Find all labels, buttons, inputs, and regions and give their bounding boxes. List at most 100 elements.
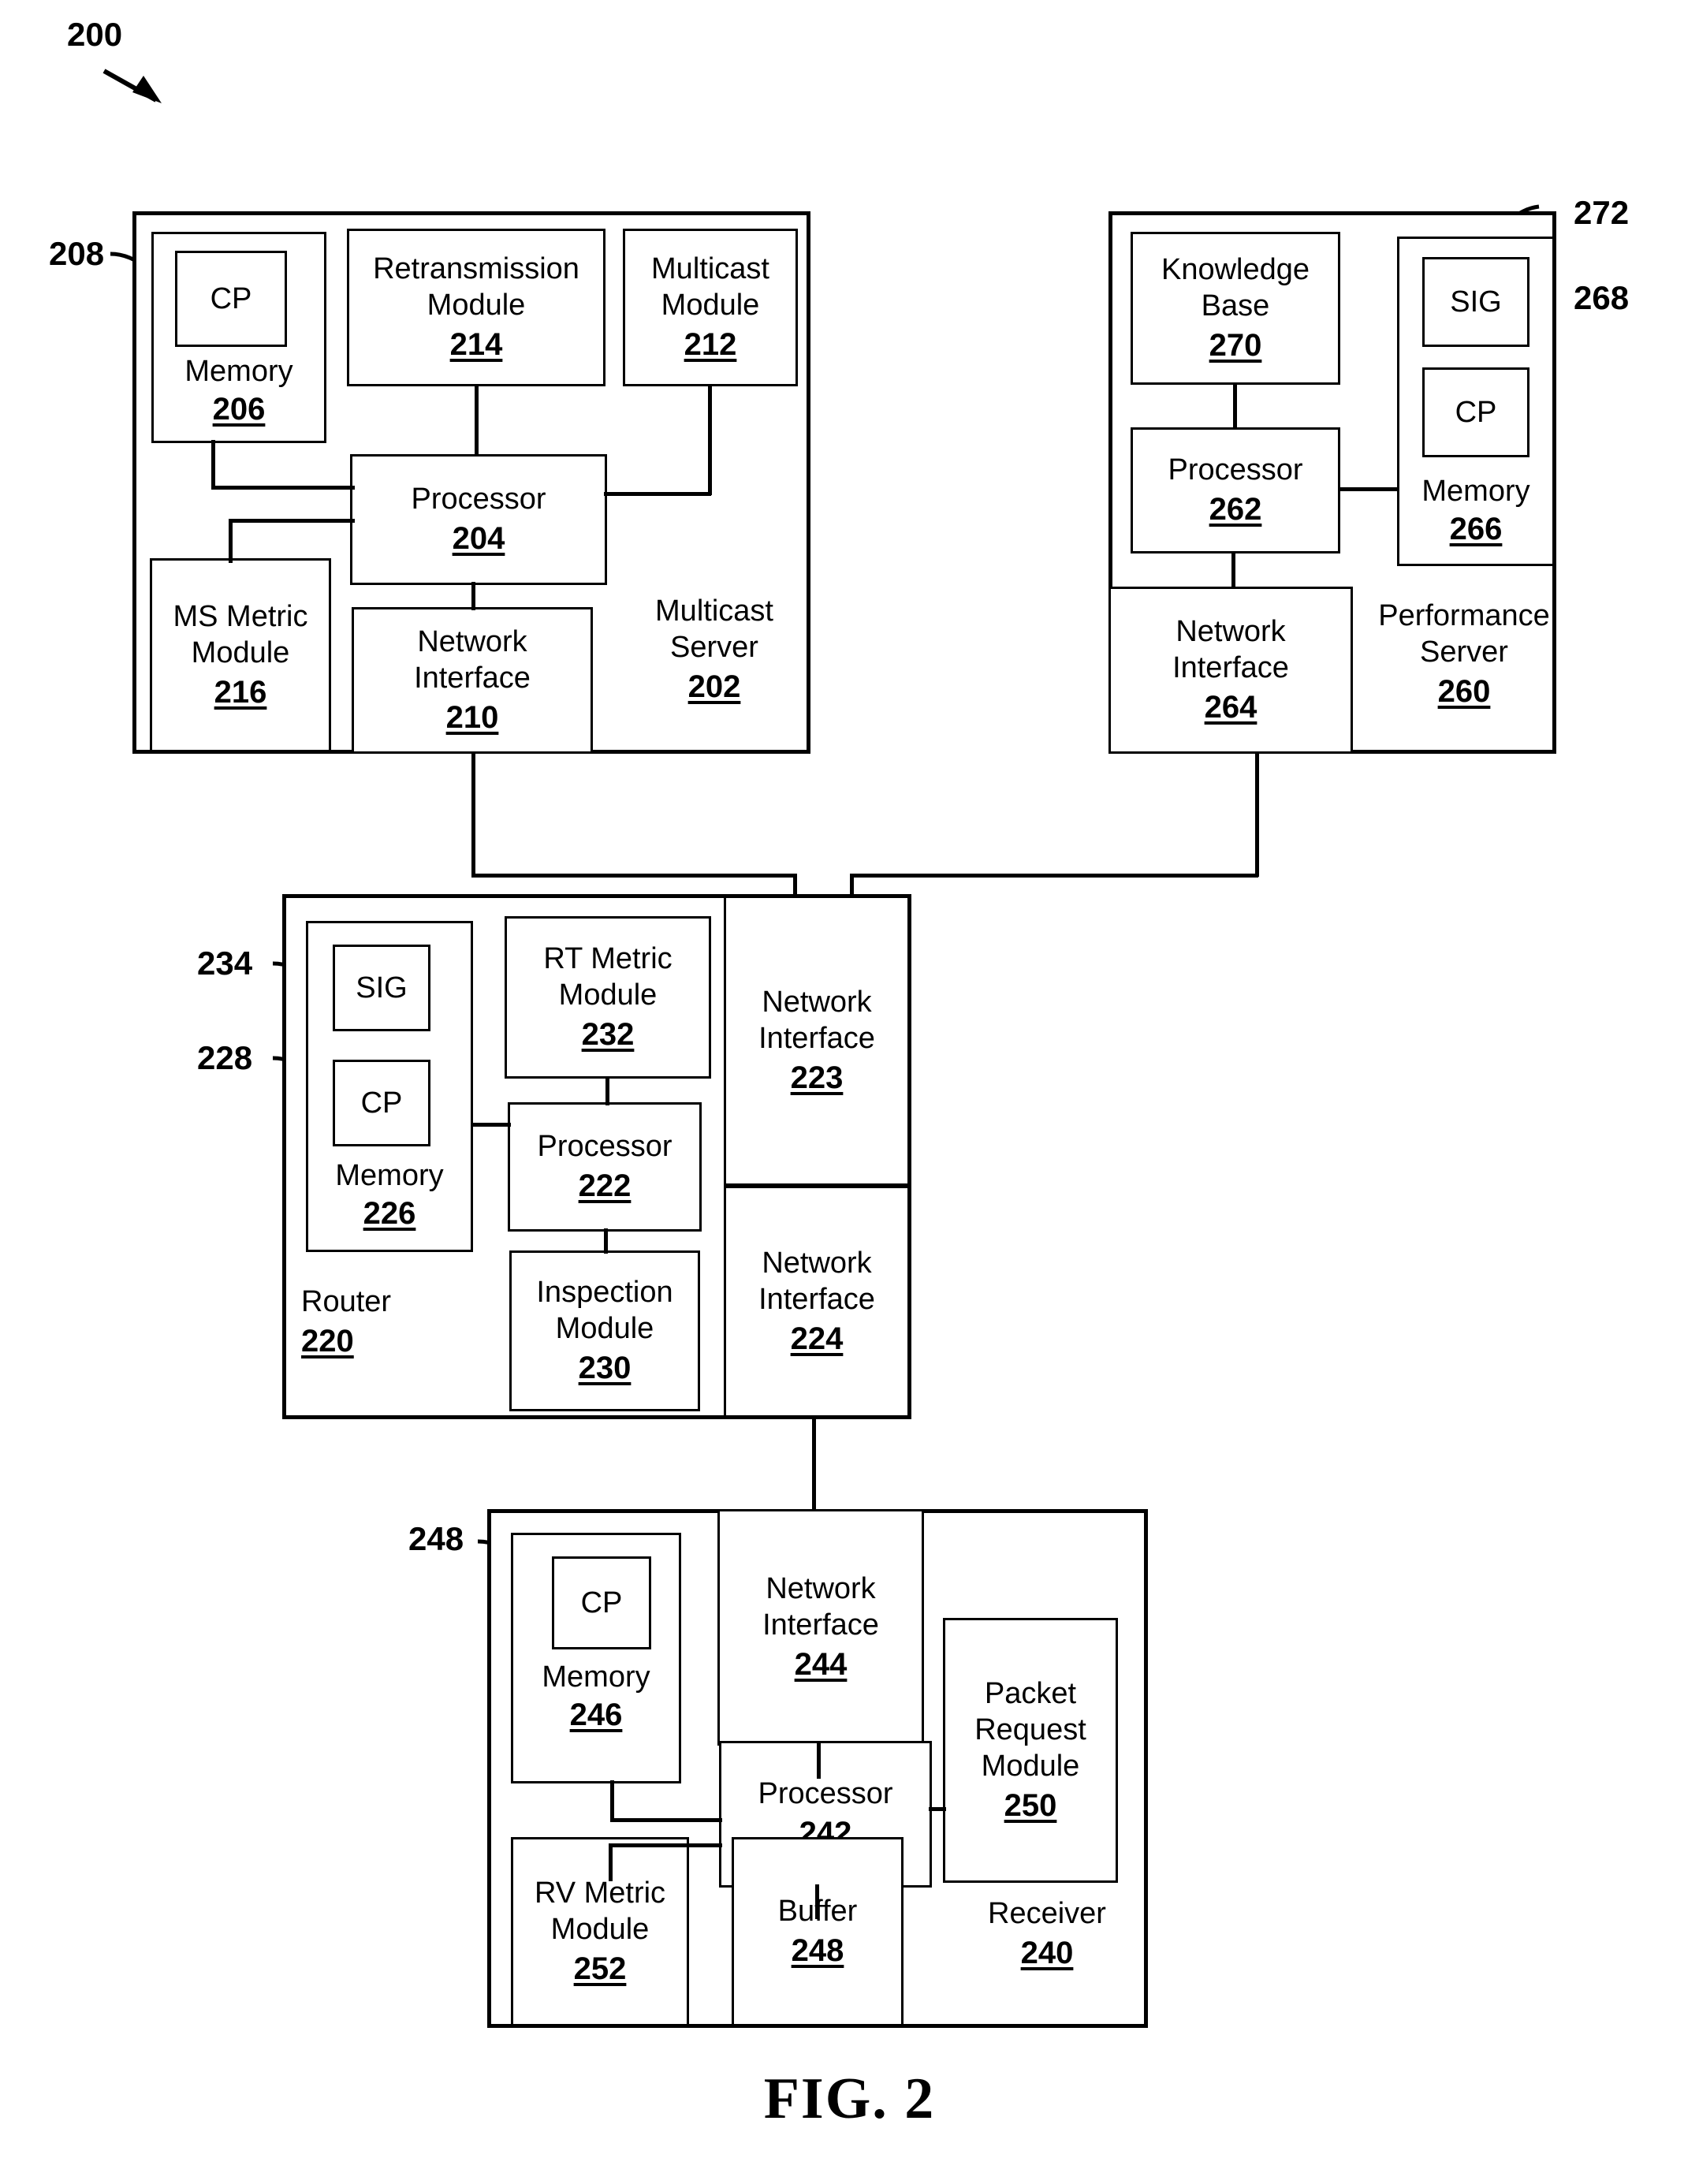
system-number-200: 200	[67, 16, 123, 53]
receiver-memory-cp-box: CP	[552, 1556, 651, 1649]
receiver-title-wrap: Receiver 240	[968, 1895, 1126, 1973]
wire-receivermem-to-processor	[610, 1818, 722, 1822]
figure-canvas: 200 208 CP Memory 206 Retransmission Mod…	[0, 0, 1699, 2184]
leader-234: 234	[197, 945, 253, 982]
router-number: 220	[301, 1324, 354, 1358]
router-cp-wrap: CP	[335, 1062, 428, 1144]
receiver-ni-content: Network Interface 244	[720, 1511, 922, 1743]
performance-server-memory-cp-box: CP	[1422, 367, 1529, 457]
receiver-ni-label: Network Interface	[762, 1572, 879, 1642]
bus-ps-left	[850, 874, 1258, 878]
rv-metric-module-label: RV Metric Module	[534, 1877, 666, 1946]
leader-272: 272	[1574, 194, 1630, 231]
wire-kb-to-processor	[1233, 383, 1237, 429]
multicast-server-memory-label: Memory	[184, 355, 293, 388]
multicast-module-number: 212	[684, 327, 737, 362]
multicast-server-processor-content: Processor 204	[352, 457, 605, 583]
multicast-server-processor-label: Processor	[411, 483, 546, 516]
performance-server-memory-sig-label: SIG	[1450, 285, 1502, 319]
router-memory-number: 226	[363, 1196, 416, 1231]
leader-208: 208	[49, 235, 105, 272]
wire-processor-to-buffer	[815, 1884, 819, 1919]
receiver-title: Receiver	[988, 1897, 1106, 1930]
inspection-module-box: Inspection Module 230	[509, 1250, 700, 1411]
rt-metric-module-number: 232	[581, 1017, 635, 1052]
router-ni-224-content: Network Interface 224	[726, 1188, 907, 1415]
performance-server-memory-label: Memory	[1421, 475, 1530, 508]
wire-rtmetric-to-processor	[605, 1077, 609, 1105]
wire-multicast-to-processor	[604, 492, 711, 496]
receiver-cp-wrap: CP	[554, 1559, 649, 1647]
bus-ms-right	[471, 874, 796, 878]
wire-psprocessor-to-ni	[1231, 552, 1235, 588]
knowledge-base-label: Knowledge Base	[1161, 253, 1310, 322]
multicast-server-network-interface-box: Network Interface 210	[352, 607, 593, 754]
multicast-server-ni-content: Network Interface 210	[354, 609, 591, 751]
receiver-memory-label: Memory	[542, 1660, 650, 1694]
performance-server-ni-label: Network Interface	[1172, 615, 1289, 684]
wire-routermem-to-processor	[471, 1123, 511, 1127]
buffer-content: Buffer 248	[734, 1839, 901, 2024]
cp-label-wrap: CP	[177, 253, 285, 345]
router-ni-223-label: Network Interface	[758, 986, 875, 1055]
multicast-server-ni-number: 210	[445, 700, 499, 735]
router-memory-cp-box: CP	[333, 1060, 430, 1146]
inspection-module-content: Inspection Module 230	[512, 1253, 698, 1409]
bus-ms-down	[471, 752, 475, 877]
wire-processor-to-ni	[471, 582, 475, 610]
receiver-memory-cp-label: CP	[580, 1586, 623, 1619]
ms-metric-module-number: 216	[214, 675, 267, 710]
router-ni-223-content: Network Interface 223	[726, 898, 907, 1183]
router-memory-sig-box: SIG	[333, 945, 430, 1031]
packet-request-module-number: 250	[1004, 1788, 1057, 1823]
router-ni-223-number: 223	[790, 1060, 844, 1095]
multicast-server-memory-cp-label: CP	[210, 282, 252, 315]
router-processor-label: Processor	[537, 1130, 673, 1163]
multicast-server-memory-number: 206	[212, 392, 266, 427]
packet-request-module-content: Packet Request Module 250	[945, 1620, 1116, 1880]
multicast-module-box: Multicast Module 212	[623, 229, 798, 386]
wire-memory-down	[211, 440, 215, 489]
multicast-server-title-wrap: Multicast Server 202	[635, 593, 793, 706]
router-network-interface-223-box: Network Interface 223	[724, 896, 910, 1186]
wire-rvmetric-up	[609, 1847, 613, 1881]
performance-server-memory-cp-label: CP	[1455, 396, 1497, 429]
performance-server-ni-content: Network Interface 264	[1111, 589, 1351, 751]
multicast-server-ni-label: Network Interface	[414, 625, 531, 695]
router-title-wrap: Router 220	[301, 1284, 443, 1361]
knowledge-base-box: Knowledge Base 270	[1131, 232, 1340, 385]
wire-receiverni-to-processor	[817, 1742, 821, 1779]
knowledge-base-number: 270	[1209, 328, 1262, 363]
multicast-server-number: 202	[687, 669, 741, 704]
router-processor-number: 222	[578, 1168, 632, 1203]
retransmission-module-number: 214	[449, 327, 503, 362]
multicast-server-memory-cp-box: CP	[175, 251, 287, 347]
router-memory-cp-label: CP	[360, 1086, 403, 1120]
router-sig-wrap: SIG	[335, 947, 428, 1029]
buffer-number: 248	[791, 1933, 844, 1968]
performance-server-ni-number: 264	[1204, 690, 1257, 725]
multicast-server-title: Multicast Server	[655, 594, 773, 664]
rv-metric-module-box: RV Metric Module 252	[511, 1837, 689, 2026]
performance-server-processor-number: 262	[1209, 492, 1262, 527]
figure-caption: FIG. 2	[763, 2067, 936, 2131]
router-memory-label: Memory	[335, 1159, 444, 1192]
ms-metric-module-content: MS Metric Module 216	[152, 561, 329, 750]
retransmission-module-label: Retransmission Module	[373, 252, 579, 322]
bus-router-to-receiver	[812, 1416, 816, 1512]
performance-server-title-wrap: Performance Server 260	[1372, 598, 1556, 711]
wire-processor-to-inspection	[604, 1228, 608, 1254]
retransmission-module-content: Retransmission Module 214	[349, 231, 603, 384]
wire-memory-to-processor	[211, 486, 355, 490]
ms-metric-module-box: MS Metric Module 216	[150, 558, 331, 752]
receiver-number: 240	[1020, 1936, 1074, 1970]
retransmission-module-box: Retransmission Module 214	[347, 229, 605, 386]
wire-multicast-down	[708, 385, 712, 495]
wire-processor-to-memory	[1339, 487, 1399, 491]
leader-268: 268	[1574, 279, 1630, 316]
receiver-network-interface-box: Network Interface 244	[717, 1509, 924, 1746]
router-processor-box: Processor 222	[508, 1102, 702, 1232]
packet-request-module-box: Packet Request Module 250	[943, 1618, 1118, 1883]
performance-server-processor-label: Processor	[1168, 453, 1303, 486]
multicast-server-processor-box: Processor 204	[350, 454, 607, 585]
